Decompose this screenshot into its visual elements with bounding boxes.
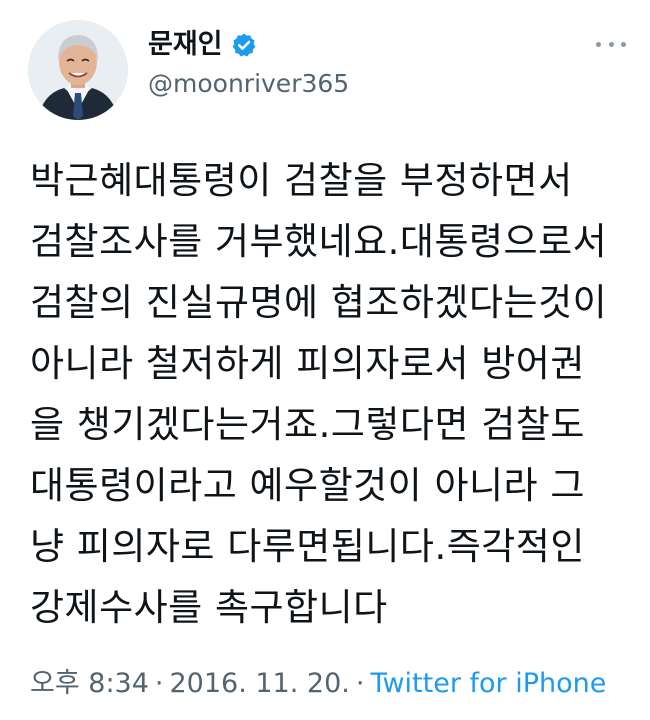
tweet-text-line: 검찰의 진실규명에 협조하겠다는것이 xyxy=(30,281,608,324)
tweet-text-line: 강제수사를 촉구합니다 xyxy=(30,586,388,629)
tweet-date[interactable]: 2016. 11. 20. xyxy=(170,668,350,699)
tweet-time[interactable]: 오후 8:34 xyxy=(30,668,149,699)
more-dot xyxy=(621,41,626,47)
more-dot xyxy=(596,41,601,47)
tweet-text-line: 을 챙기겠다는거죠.그렇다면 검찰도 xyxy=(30,403,585,446)
tweet-source-link[interactable]: Twitter for iPhone xyxy=(370,668,606,699)
meta-separator: · xyxy=(355,668,365,699)
tweet-text-line: 대통령이라고 예우할것이 아니라 그 xyxy=(30,464,585,507)
tweet-text: 박근혜대통령이 검찰을 부정하면서 검찰조사를 거부했네요.대통령으로서 검찰의… xyxy=(30,150,630,638)
display-name[interactable]: 문재인 xyxy=(148,28,257,62)
tweet-card: 문재인 @moonriver365 박근혜대통령이 검찰을 부정하면서 검찰조사… xyxy=(0,0,650,720)
verified-badge-icon xyxy=(231,32,257,58)
display-name-text: 문재인 xyxy=(148,29,223,60)
more-dot xyxy=(608,41,614,47)
avatar[interactable] xyxy=(28,20,128,120)
profile-photo xyxy=(28,20,128,120)
tweet-text-line: 아니라 철저하게 피의자로서 방어권 xyxy=(30,342,585,385)
tweet-meta: 오후 8:34 · 2016. 11. 20. · Twitter for iPhone xyxy=(30,666,606,702)
tweet-text-line: 검찰조사를 거부했네요.대통령으로서 xyxy=(30,220,608,263)
tweet-text-line: 냥 피의자로 다루면됩니다.즉각적인 xyxy=(30,525,585,568)
user-handle[interactable]: @moonriver365 xyxy=(148,68,349,100)
more-options-icon[interactable] xyxy=(596,36,626,52)
meta-separator: · xyxy=(154,668,164,699)
tweet-text-line: 박근혜대통령이 검찰을 부정하면서 xyxy=(30,159,573,202)
